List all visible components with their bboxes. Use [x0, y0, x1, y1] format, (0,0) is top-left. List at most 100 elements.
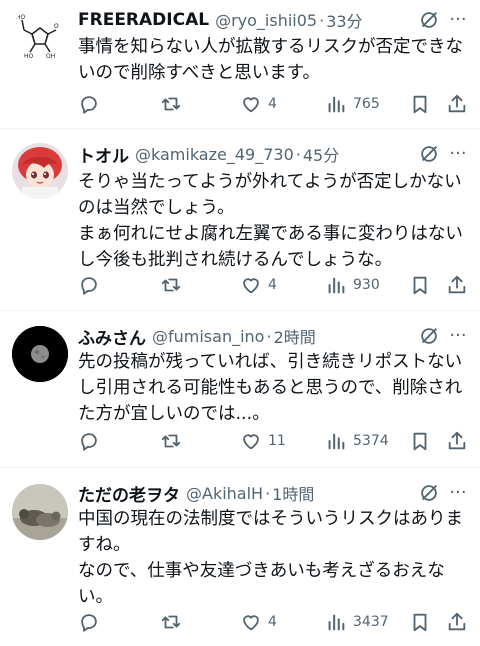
- separator-dot: ·: [265, 483, 271, 503]
- tweet-actions: 4 3437: [78, 609, 470, 635]
- separator-dot: ·: [319, 10, 325, 30]
- reply-button[interactable]: [78, 91, 100, 117]
- timestamp[interactable]: 1時間: [272, 481, 314, 505]
- display-name[interactable]: FREERADICAL: [78, 10, 209, 30]
- tweet[interactable]: ただの老ヲタ @AkihalH · 1時間 ··· 中国の現在の法制度ではそうい…: [0, 468, 480, 646]
- moon-avatar-icon: [12, 326, 68, 382]
- tweet-header: トオル @kamikaze_49_730 · 45分: [78, 141, 468, 167]
- bookmark-icon: [413, 95, 427, 114]
- views-button[interactable]: 765: [325, 91, 380, 117]
- grok-icon[interactable]: [418, 143, 440, 165]
- display-name[interactable]: トオル: [78, 142, 129, 167]
- svg-text:HO: HO: [24, 53, 34, 60]
- share-icon: [448, 431, 466, 450]
- bookmark-button[interactable]: [409, 91, 431, 117]
- svg-text:OH: OH: [46, 53, 55, 60]
- tweet-text: 先の投稿が残っていれば、引き続きリポストないし引用される可能性もあると思うので、…: [78, 352, 463, 424]
- bookmark-icon: [413, 432, 427, 451]
- more-options-icon[interactable]: ···: [446, 143, 470, 165]
- heart-icon: [243, 615, 259, 631]
- molecule-structure-icon: HO O OH HO: [16, 14, 59, 60]
- like-count: 4: [268, 96, 277, 112]
- retweet-button[interactable]: [160, 91, 182, 117]
- share-button[interactable]: [446, 272, 468, 298]
- view-count: 765: [353, 96, 380, 112]
- retweet-button[interactable]: [160, 272, 182, 298]
- tweet-actions: 4 930: [78, 272, 470, 298]
- separator-dot: ·: [295, 144, 301, 164]
- bookmark-icon: [413, 613, 427, 632]
- avatar[interactable]: [12, 143, 68, 199]
- avatar[interactable]: [12, 484, 68, 540]
- retweet-icon: [161, 278, 181, 292]
- user-handle[interactable]: @fumisan_ino: [152, 327, 264, 346]
- retweet-button[interactable]: [160, 428, 182, 454]
- views-chart-icon: [328, 614, 345, 631]
- retweet-icon: [161, 615, 181, 629]
- views-button[interactable]: 3437: [325, 609, 389, 635]
- svg-text:O: O: [54, 23, 59, 30]
- tweet[interactable]: ふみさん @fumisan_ino · 2時間 ··· 先の投稿が残っていれば、…: [0, 311, 480, 468]
- share-button[interactable]: [446, 91, 468, 117]
- anime-avatar-icon: [18, 147, 62, 199]
- retweet-icon: [161, 434, 181, 448]
- bookmark-button[interactable]: [409, 272, 431, 298]
- view-count: 930: [353, 277, 380, 293]
- user-handle[interactable]: @kamikaze_49_730: [135, 145, 294, 164]
- timestamp[interactable]: 45分: [303, 142, 339, 166]
- avatar[interactable]: HO O OH HO: [12, 6, 68, 62]
- tweet-actions: 4 765: [78, 91, 470, 117]
- tweet-header: ただの老ヲタ @AkihalH · 1時間: [78, 480, 468, 506]
- tweet[interactable]: HO O OH HO FREERADICAL @ryo_ishii05 · 33…: [0, 0, 480, 129]
- share-icon: [448, 275, 466, 294]
- share-button[interactable]: [446, 428, 468, 454]
- more-options-icon[interactable]: ···: [446, 9, 470, 31]
- reply-button[interactable]: [78, 428, 100, 454]
- retweet-button[interactable]: [160, 609, 182, 635]
- display-name[interactable]: ふみさん: [78, 324, 146, 349]
- bookmark-button[interactable]: [409, 609, 431, 635]
- reply-button[interactable]: [78, 272, 100, 298]
- reply-icon: [81, 277, 97, 295]
- heart-icon: [243, 434, 259, 450]
- share-icon: [448, 612, 466, 631]
- view-count: 3437: [353, 614, 389, 630]
- tweet-text: 中国の現在の法制度ではそういうリスクはありますね。 なので、仕事や友達づきあいも…: [78, 509, 463, 607]
- grok-icon[interactable]: [418, 9, 440, 31]
- like-count: 11: [268, 433, 286, 449]
- user-handle[interactable]: @AkihalH: [186, 484, 263, 503]
- grok-icon[interactable]: [418, 325, 440, 347]
- timestamp[interactable]: 33分: [326, 8, 362, 32]
- views-button[interactable]: 930: [325, 272, 380, 298]
- svg-text:HO: HO: [16, 14, 26, 21]
- tweet-text: 事情を知らない人が拡散するリスクが否定できないので削除すべきと思います。: [78, 37, 463, 83]
- like-button[interactable]: 11: [240, 428, 286, 454]
- bookmark-button[interactable]: [409, 428, 431, 454]
- views-chart-icon: [328, 96, 345, 113]
- heart-icon: [243, 278, 259, 294]
- display-name[interactable]: ただの老ヲタ: [78, 481, 180, 506]
- bookmark-icon: [413, 276, 427, 295]
- grok-icon[interactable]: [418, 482, 440, 504]
- separator-dot: ·: [266, 326, 272, 346]
- tweet[interactable]: トオル @kamikaze_49_730 · 45分 ··· そりゃ当たってよう…: [0, 129, 480, 311]
- views-button[interactable]: 5374: [325, 428, 389, 454]
- reply-button[interactable]: [78, 609, 100, 635]
- view-count: 5374: [353, 433, 389, 449]
- tweet-header: ふみさん @fumisan_ino · 2時間: [78, 323, 468, 349]
- share-button[interactable]: [446, 609, 468, 635]
- avatar[interactable]: [12, 326, 68, 382]
- retweet-icon: [161, 97, 181, 111]
- more-options-icon[interactable]: ···: [446, 482, 470, 504]
- timestamp[interactable]: 2時間: [274, 324, 316, 348]
- like-button[interactable]: 4: [240, 91, 277, 117]
- like-button[interactable]: 4: [240, 272, 277, 298]
- tweet-header: FREERADICAL @ryo_ishii05 · 33分: [78, 7, 468, 33]
- more-options-icon[interactable]: ···: [446, 325, 470, 347]
- like-button[interactable]: 4: [240, 609, 277, 635]
- user-handle[interactable]: @ryo_ishii05: [215, 11, 317, 30]
- reply-icon: [81, 96, 97, 114]
- reply-icon: [81, 433, 97, 451]
- heart-icon: [243, 97, 259, 113]
- reply-icon: [81, 614, 97, 632]
